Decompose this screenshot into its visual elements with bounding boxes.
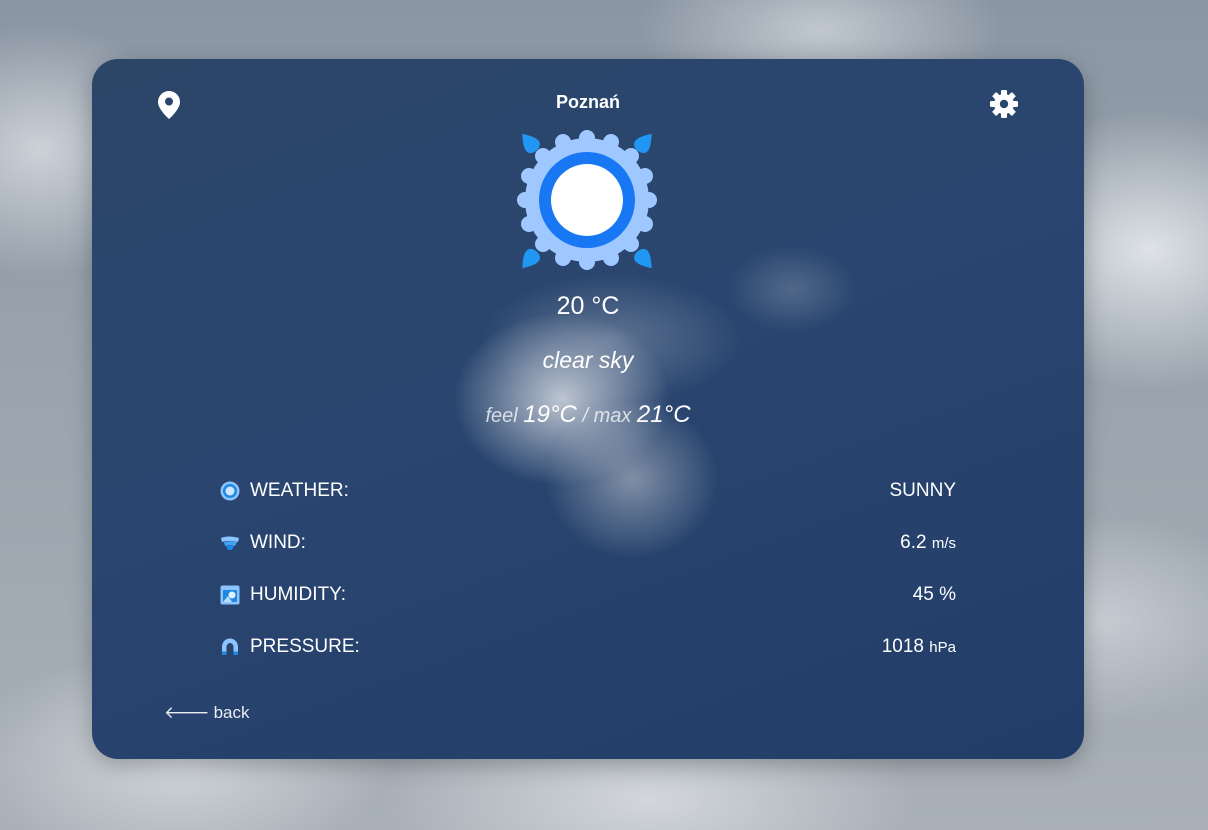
temperature: 20 °C bbox=[556, 292, 620, 320]
detail-value: 1018 hPa bbox=[881, 636, 956, 657]
weather-card: Poznań 20 °C clear sky feel 19°C / max 2… bbox=[92, 59, 1084, 759]
detail-row-weather: WEATHER: SUNNY bbox=[220, 473, 956, 525]
detail-label: WIND: bbox=[250, 532, 306, 553]
back-label: back bbox=[213, 703, 250, 722]
sun-icon bbox=[517, 130, 657, 270]
back-link[interactable]: 🡐 back bbox=[164, 703, 250, 723]
humidity-icon bbox=[220, 585, 240, 605]
arrow-left-icon: 🡐 bbox=[164, 703, 210, 722]
feel-max-row: feel 19°C / max 21°C bbox=[92, 401, 1084, 429]
feel-value: 19°C bbox=[523, 401, 577, 428]
detail-value: 45 % bbox=[912, 584, 956, 605]
max-label: max bbox=[593, 405, 632, 427]
detail-value: 6.2 m/s bbox=[900, 532, 956, 553]
sun-small-icon bbox=[220, 481, 240, 501]
wind-icon bbox=[221, 536, 239, 550]
gear-icon[interactable] bbox=[990, 90, 1018, 118]
detail-row-wind: WIND: 6.2 m/s bbox=[220, 525, 956, 577]
detail-value: SUNNY bbox=[889, 480, 956, 501]
details-list: WEATHER: SUNNY WIND: 6.2 m/s HUMIDITY: 4… bbox=[220, 473, 956, 681]
detail-row-pressure: PRESSURE: 1018 hPa bbox=[220, 629, 956, 681]
detail-label: WEATHER: bbox=[250, 480, 349, 501]
magnet-icon bbox=[222, 638, 238, 655]
detail-label: PRESSURE: bbox=[250, 636, 360, 657]
separator: / bbox=[582, 405, 588, 427]
max-value: 21°C bbox=[636, 401, 691, 428]
detail-label: HUMIDITY: bbox=[250, 584, 347, 605]
weather-description: clear sky bbox=[542, 347, 634, 373]
feel-label: feel bbox=[485, 405, 518, 427]
city-name: Poznań bbox=[555, 92, 620, 112]
detail-row-humidity: HUMIDITY: 45 % bbox=[220, 577, 956, 629]
